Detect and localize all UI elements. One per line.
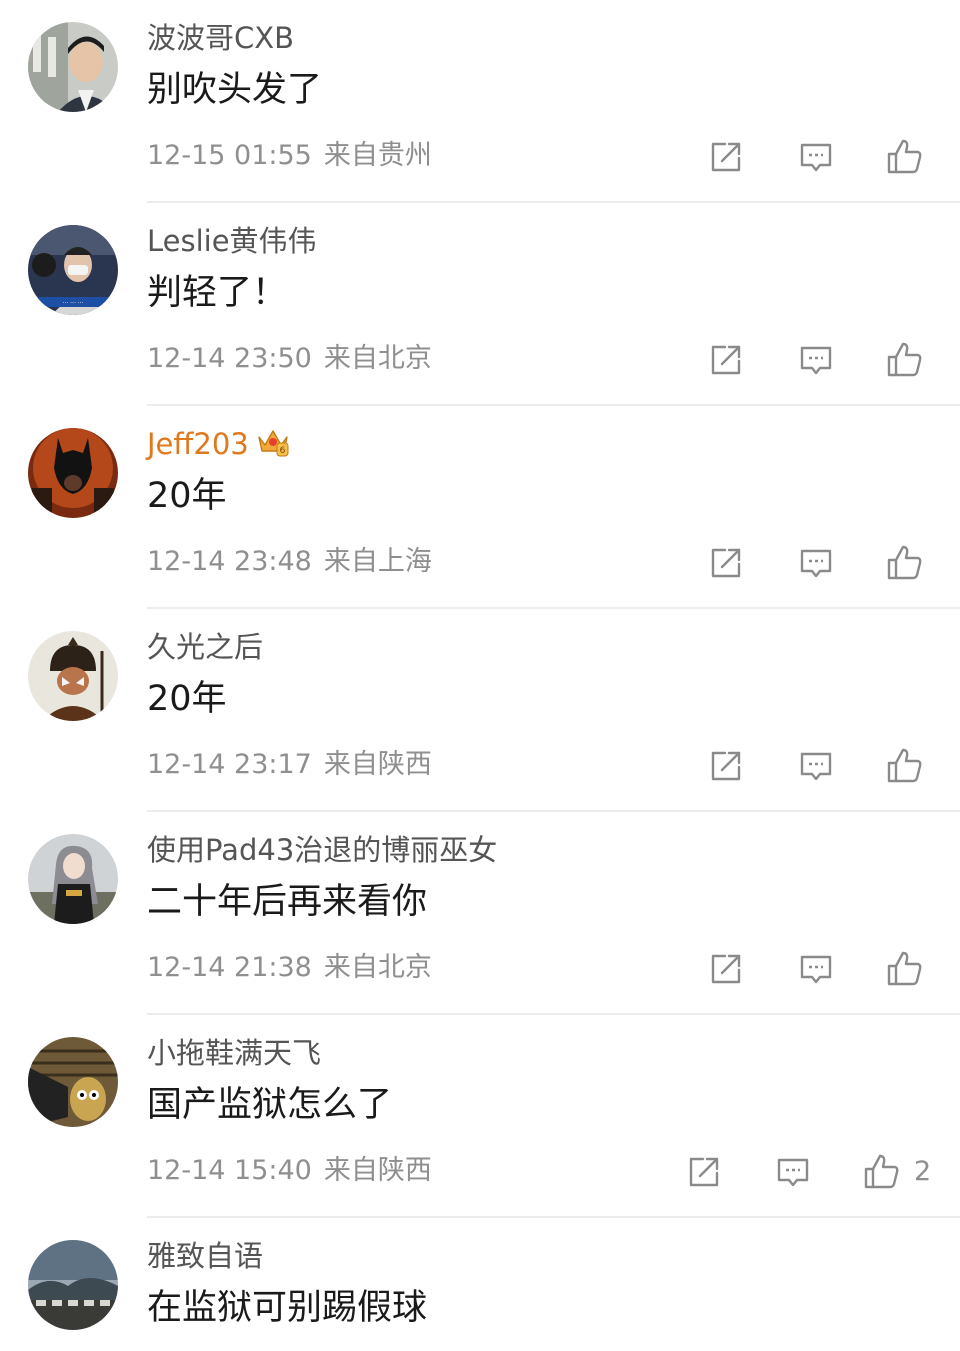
crown-badge-icon: 6 <box>257 427 289 457</box>
comment-item: Jeff203 6 20年 12-14 23:48 来自上海 <box>0 406 960 609</box>
share-button[interactable] <box>706 746 746 786</box>
avatar[interactable] <box>28 428 118 518</box>
like-button[interactable] <box>885 949 925 989</box>
comment-meta: 12-14 23:50 来自北京 <box>147 341 432 377</box>
location: 来自北京 <box>323 952 432 983</box>
thumbs-up-icon <box>886 544 924 582</box>
share-button[interactable] <box>706 340 746 380</box>
avatar[interactable] <box>28 1037 118 1127</box>
share-icon <box>709 546 743 580</box>
location: 来自陕西 <box>323 749 432 780</box>
like-button[interactable] <box>885 137 925 177</box>
thumbs-up-icon <box>863 1153 901 1191</box>
thumbs-up-icon <box>886 747 924 785</box>
comment-meta: 12-14 23:48 来自上海 <box>147 544 432 580</box>
svg-text:··· ··· ···: ··· ··· ··· <box>63 300 84 307</box>
avatar[interactable] <box>28 22 118 112</box>
svg-text:6: 6 <box>279 446 285 456</box>
share-icon <box>709 343 743 377</box>
share-button[interactable] <box>706 949 746 989</box>
share-button[interactable] <box>684 1152 724 1192</box>
thumbs-up-icon <box>886 341 924 379</box>
comment-icon <box>799 140 833 174</box>
timestamp: 12-14 23:17 <box>147 749 312 780</box>
username-text: Jeff203 <box>147 427 249 461</box>
comment-icon <box>799 546 833 580</box>
timestamp: 12-14 23:48 <box>147 546 312 577</box>
like-count: 2 <box>914 1156 932 1187</box>
comment-text: 别吹头发了 <box>147 70 323 110</box>
comment-item: 雅致自语 在监狱可别踢假球 <box>0 1218 960 1351</box>
username[interactable]: 雅致自语 <box>147 1238 263 1274</box>
username[interactable]: Jeff203 6 <box>147 426 289 462</box>
comment-text: 二十年后再来看你 <box>147 882 428 922</box>
timestamp: 12-14 23:50 <box>147 343 312 374</box>
avatar[interactable] <box>28 834 118 924</box>
comment-text: 国产监狱怎么了 <box>147 1085 393 1125</box>
timestamp: 12-15 01:55 <box>147 140 312 171</box>
comment-icon <box>799 749 833 783</box>
comment-text: 在监狱可别踢假球 <box>147 1288 428 1328</box>
share-icon <box>709 749 743 783</box>
reply-button[interactable] <box>796 137 836 177</box>
comment-meta: 12-15 01:55 来自贵州 <box>147 138 432 174</box>
share-icon <box>709 952 743 986</box>
comment-text: 判轻了！ <box>147 273 288 313</box>
reply-button[interactable] <box>796 543 836 583</box>
comment-icon <box>799 343 833 377</box>
location: 来自贵州 <box>323 140 432 171</box>
like-button[interactable] <box>885 746 925 786</box>
reply-button[interactable] <box>773 1152 813 1192</box>
comment-meta: 12-14 21:38 来自北京 <box>147 950 432 986</box>
comment-item: 久光之后 20年 12-14 23:17 来自陕西 <box>0 609 960 812</box>
share-icon <box>687 1155 721 1189</box>
comment-text: 20年 <box>147 679 227 719</box>
comment-icon <box>776 1155 810 1189</box>
comment-item: ··· ··· ··· Leslie黄伟伟 判轻了！ 12-14 23:50 来自… <box>0 203 960 406</box>
username[interactable]: Leslie黄伟伟 <box>147 223 317 259</box>
username[interactable]: 使用Pad43治退的博丽巫女 <box>147 832 497 868</box>
comment-item: 波波哥CXB 别吹头发了 12-15 01:55 来自贵州 <box>0 0 960 203</box>
comment-text: 20年 <box>147 476 227 516</box>
like-button[interactable] <box>862 1152 902 1192</box>
location: 来自陕西 <box>323 1155 432 1186</box>
reply-button[interactable] <box>796 746 836 786</box>
username[interactable]: 久光之后 <box>147 629 263 665</box>
thumbs-up-icon <box>886 950 924 988</box>
comment-meta: 12-14 23:17 来自陕西 <box>147 747 432 783</box>
reply-button[interactable] <box>796 340 836 380</box>
timestamp: 12-14 21:38 <box>147 952 312 983</box>
share-icon <box>709 140 743 174</box>
username[interactable]: 小拖鞋满天飞 <box>147 1035 321 1071</box>
comment-meta: 12-14 15:40 来自陕西 <box>147 1153 432 1189</box>
avatar[interactable] <box>28 631 118 721</box>
share-button[interactable] <box>706 137 746 177</box>
avatar[interactable]: ··· ··· ··· <box>28 225 118 315</box>
location: 来自上海 <box>323 546 432 577</box>
like-button[interactable] <box>885 340 925 380</box>
username[interactable]: 波波哥CXB <box>147 20 294 56</box>
comment-item: 使用Pad43治退的博丽巫女 二十年后再来看你 12-14 21:38 来自北京 <box>0 812 960 1015</box>
avatar[interactable] <box>28 1240 118 1330</box>
like-button[interactable] <box>885 543 925 583</box>
reply-button[interactable] <box>796 949 836 989</box>
comment-item: 小拖鞋满天飞 国产监狱怎么了 12-14 15:40 来自陕西 2 <box>0 1015 960 1218</box>
share-button[interactable] <box>706 543 746 583</box>
location: 来自北京 <box>323 343 432 374</box>
thumbs-up-icon <box>886 138 924 176</box>
timestamp: 12-14 15:40 <box>147 1155 312 1186</box>
comment-icon <box>799 952 833 986</box>
